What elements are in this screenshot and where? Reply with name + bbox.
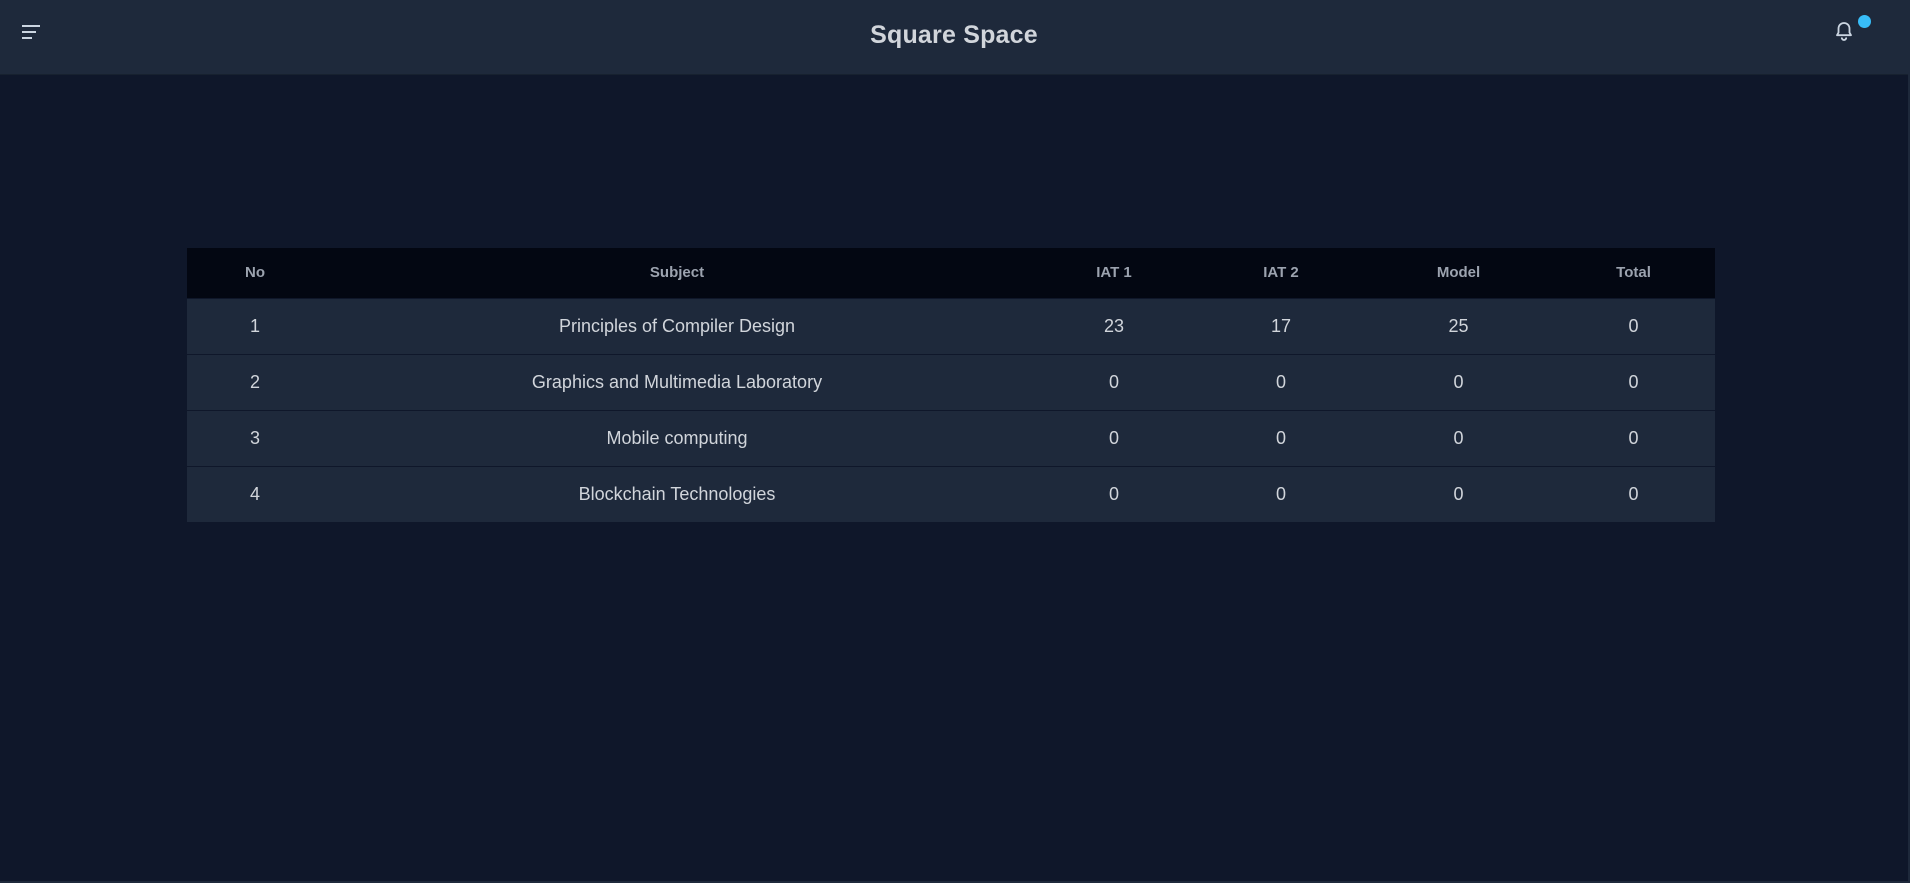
cell-iat1: 0 [1108,483,1119,504]
column-header-iat2: IAT 2 [1263,264,1299,282]
cell-no: 1 [249,315,260,336]
cell-total: 0 [1628,315,1639,336]
cell-subject: Graphics and Multimedia Laboratory [531,371,823,392]
table-row: 1 Principles of Compiler Design 23 17 25… [187,298,1715,354]
column-header-iat1: IAT 1 [1096,264,1132,282]
cell-model: 0 [1453,427,1464,448]
column-header-model: Model [1436,264,1481,282]
cell-iat2: 0 [1275,371,1286,392]
cell-subject: Principles of Compiler Design [558,315,796,336]
cell-subject: Blockchain Technologies [578,483,776,504]
table-header-row: No Subject IAT 1 IAT 2 Model Total [187,248,1715,298]
column-header-no: No [245,264,265,282]
marks-table: No Subject IAT 1 IAT 2 Model Total 1 Pri… [187,248,1715,522]
table-row: 3 Mobile computing 0 0 0 0 [187,410,1715,466]
cell-iat2: 0 [1275,483,1286,504]
notifications-button[interactable] [1832,15,1871,50]
table-body: 1 Principles of Compiler Design 23 17 25… [187,298,1715,522]
cell-model: 0 [1453,371,1464,392]
cell-iat1: 23 [1103,315,1125,336]
column-header-total: Total [1616,264,1651,282]
cell-total: 0 [1628,371,1639,392]
cell-iat2: 17 [1270,315,1292,336]
cell-no: 4 [249,483,260,504]
app-window: Square Space No Subject IAT 1 IAT 2 Mode… [0,0,1910,883]
cell-total: 0 [1628,427,1639,448]
cell-model: 0 [1453,483,1464,504]
marks-table-container: No Subject IAT 1 IAT 2 Model Total 1 Pri… [187,248,1715,522]
notification-badge [1858,15,1871,28]
cell-total: 0 [1628,483,1639,504]
cell-iat1: 0 [1108,427,1119,448]
table-row: 4 Blockchain Technologies 0 0 0 0 [187,466,1715,522]
cell-iat1: 0 [1108,371,1119,392]
column-header-subject: Subject [649,264,705,282]
table-header: No Subject IAT 1 IAT 2 Model Total [187,248,1715,298]
table-row: 2 Graphics and Multimedia Laboratory 0 0… [187,354,1715,410]
top-bar: Square Space [0,0,1908,75]
cell-subject: Mobile computing [606,427,748,448]
bell-icon [1836,22,1852,41]
cell-iat2: 0 [1275,427,1286,448]
cell-no: 2 [249,371,260,392]
cell-model: 25 [1448,315,1469,336]
cell-no: 3 [249,427,260,448]
page-title: Square Space [870,21,1038,49]
